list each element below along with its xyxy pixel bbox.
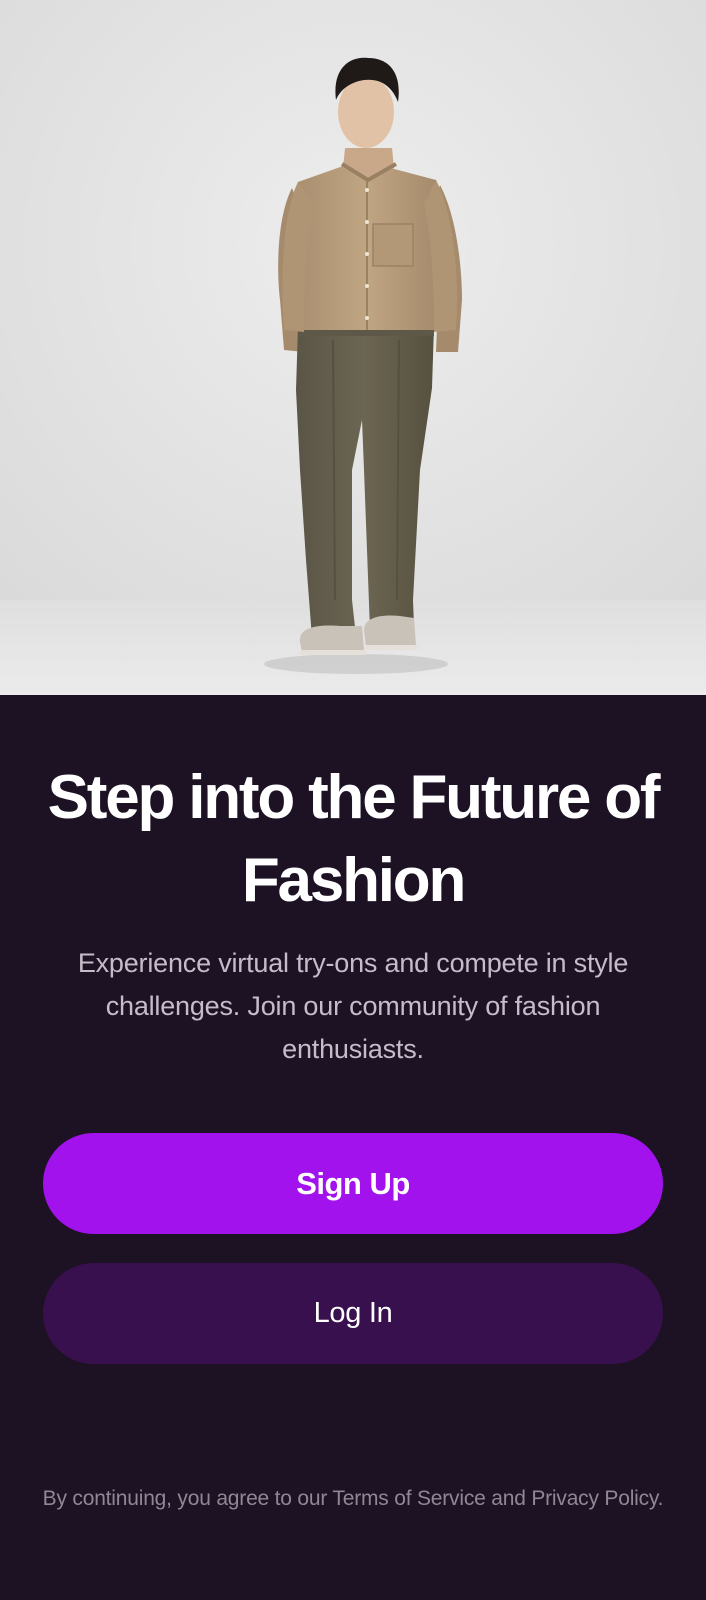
sign-up-button-label: Sign Up xyxy=(296,1165,410,1201)
welcome-screen: Step into the Future of Fashion Experien… xyxy=(0,0,706,1600)
terms-of-service-link[interactable]: Terms of Service xyxy=(332,1487,485,1510)
page-subtitle: Experience virtual try-ons and compete i… xyxy=(77,948,629,1064)
page-title: Step into the Future of Fashion xyxy=(47,763,661,915)
privacy-policy-link[interactable]: Privacy Policy xyxy=(531,1487,658,1510)
log-in-button-label: Log In xyxy=(313,1297,393,1329)
sign-up-button[interactable]: Sign Up xyxy=(43,1133,663,1234)
log-in-button[interactable]: Log In xyxy=(43,1263,663,1364)
legal-connector: and xyxy=(485,1487,532,1510)
legal-notice: By continuing, you agree to our Terms of… xyxy=(40,1484,666,1514)
fashion-model-illustration xyxy=(0,0,706,695)
legal-suffix: . xyxy=(657,1487,664,1510)
legal-prefix: By continuing, you agree to our xyxy=(42,1487,333,1510)
hero-image xyxy=(0,0,706,695)
